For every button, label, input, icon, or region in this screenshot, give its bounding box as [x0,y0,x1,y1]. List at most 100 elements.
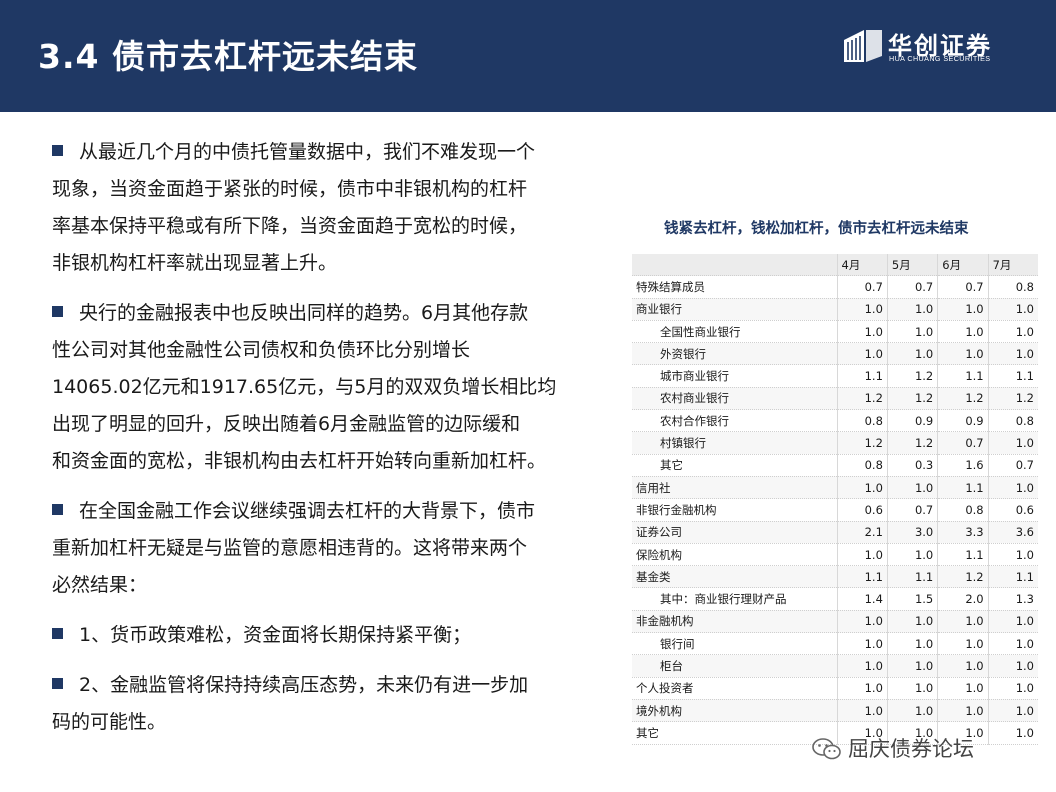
table-row: 信用社 1.0 1.0 1.1 1.0 [632,476,1038,500]
table-cell: 0.7 [937,275,989,299]
slide-title: 3.4 债市去杠杆远未结束 [38,37,418,76]
table-body: 特殊结算成员 0.7 0.7 0.7 0.8 商业银行 1.0 1.0 1.0 1.0 全国性商业银… [632,275,1038,745]
row-label: 村镇银行 [632,431,838,455]
row-label: 证券公司 [632,521,838,544]
table-cell: 0.7 [837,275,888,299]
row-label: 其它 [632,721,838,745]
table-row: 村镇银行 1.2 1.2 0.7 1.0 [632,431,1038,455]
bullet-line: 重新加杠杆无疑是与监管的意愿相违背的。这将带来两个 [52,537,528,559]
bullet-line: 现象，当资金面趋于紧张的时候，债市中非银机构的杠杆 [52,178,528,200]
bullet-line: 必然结果： [52,574,148,596]
table-cell: 2.1 [837,521,888,544]
table-cell: 3.0 [887,521,939,544]
table-cell: 1.0 [937,677,989,700]
bullet-item: 在全国金融工作会议继续强调去杠杆的大背景下，债市重新加杠杆无疑是与监管的意愿相违… [52,493,602,604]
row-label: 柜台 [632,654,838,678]
leverage-table: 4月 5月 6月 7月 特殊结算成员 0.7 0.7 0.7 0.8 商业银行 1.0 1.0… [632,254,1038,745]
table-cell: 1.2 [837,431,888,455]
watermark-text: 屈庆债券论坛 [848,737,974,761]
square-bullet-icon [52,678,63,689]
table-cell: 1.0 [988,342,1038,366]
table-cell: 1.0 [988,721,1038,745]
table-cell: 2.0 [937,587,989,611]
table-row: 个人投资者 1.0 1.0 1.0 1.0 [632,677,1038,700]
table-cell: 1.0 [887,543,939,567]
table-cell: 0.8 [988,409,1038,433]
table-cell: 1.1 [887,565,939,589]
table-cell: 0.8 [837,454,888,477]
logo-mark-icon [844,30,882,62]
table-cell: 1.1 [937,476,989,500]
row-label: 非金融机构 [632,610,838,634]
table-cell: 1.0 [937,610,989,634]
table-row: 城市商业银行 1.1 1.2 1.1 1.1 [632,364,1038,388]
table-cell: 1.0 [937,298,989,321]
table-cell: 1.0 [837,654,888,678]
table-cell: 1.0 [937,342,989,366]
table-cell: 1.0 [887,699,939,723]
row-label: 银行间 [632,632,838,656]
table-cell: 1.0 [837,342,888,366]
table-cell: 1.2 [887,387,939,411]
table-cell: 1.3 [988,587,1038,611]
table-cell: 0.6 [837,498,888,522]
table-cell: 1.0 [988,543,1038,567]
table-row: 非银行金融机构 0.6 0.7 0.8 0.6 [632,498,1038,522]
table-row: 商业银行 1.0 1.0 1.0 1.0 [632,298,1038,321]
table-cell: 0.7 [988,454,1038,477]
table-row: 非金融机构 1.0 1.0 1.0 1.0 [632,610,1038,634]
table-header-row: 4月 5月 6月 7月 [632,254,1038,277]
table-row: 保险机构 1.0 1.0 1.1 1.0 [632,543,1038,567]
row-label: 城市商业银行 [632,364,838,388]
bullet-line: 非银机构杠杆率就出现显著上升。 [52,252,338,274]
table-cell: 1.0 [887,677,939,700]
table-cell: 0.9 [937,409,989,433]
table-cell: 3.6 [988,521,1038,544]
bullet-item: 央行的金融报表中也反映出同样的趋势。6月其他存款 性公司对其他金融性公司债权和负债… [52,295,602,480]
square-bullet-icon [52,306,63,317]
table-cell: 1.0 [887,654,939,678]
bullet-line-text: 在全国金融工作会议继续强调去杠杆的大背景下，债市 [79,500,536,522]
table-cell: 1.1 [937,543,989,567]
row-label: 非银行金融机构 [632,498,838,522]
table-row: 境外机构 1.0 1.0 1.0 1.0 [632,699,1038,723]
table-cell: 1.0 [988,431,1038,455]
row-label: 农村商业银行 [632,387,838,411]
bullet-line-text: 1、货币政策难松，资金面将长期保持紧平衡； [79,624,472,646]
table-header-cell: 6月 [937,254,989,277]
table-cell: 1.0 [837,632,888,656]
bullet-line: 14065.02亿元和1917.65亿元，与5月的双双负增长相比均 [52,376,557,398]
table-cell: 1.0 [937,654,989,678]
table-cell: 1.0 [837,320,888,344]
table-cell: 1.0 [988,320,1038,344]
table-cell: 1.5 [887,587,939,611]
table-cell: 1.2 [937,387,989,411]
bullet-item: 1、货币政策难松，资金面将长期保持紧平衡； [52,617,602,654]
table-cell: 1.0 [988,476,1038,500]
bullet-line: 从最近几个月的中债托管量数据中，我们不难发现一个 [52,134,602,171]
row-label: 特殊结算成员 [632,275,838,299]
table-cell: 0.9 [887,409,939,433]
table-cell: 0.7 [937,431,989,455]
bullet-item: 从最近几个月的中债托管量数据中，我们不难发现一个现象，当资金面趋于紧张的时候，债… [52,134,602,282]
table-cell: 1.0 [988,632,1038,656]
table-row: 柜台 1.0 1.0 1.0 1.0 [632,654,1038,678]
table-row: 证券公司 2.1 3.0 3.3 3.6 [632,521,1038,544]
table-cell: 1.2 [837,387,888,411]
table-cell: 1.0 [837,677,888,700]
table-cell: 1.0 [837,476,888,500]
table-cell: 0.8 [837,409,888,433]
logo-subtitle: HUA CHUANG SECURITIES [889,54,991,63]
table-cell: 1.0 [887,298,939,321]
bullet-item: 2、金融监管将保持持续高压态势，未来仍有进一步加 码的可能性。 [52,667,602,741]
table-cell: 1.0 [837,610,888,634]
row-label: 信用社 [632,476,838,500]
row-label: 境外机构 [632,699,838,723]
table-cell: 1.0 [887,342,939,366]
table-header-blank [632,254,838,277]
table-cell: 1.0 [887,632,939,656]
row-label: 全国性商业银行 [632,320,838,344]
bullet-line: 出现了明显的回升，反映出随着6月金融监管的边际缓和 [52,413,521,435]
bullet-list: 从最近几个月的中债托管量数据中，我们不难发现一个现象，当资金面趋于紧张的时候，债… [52,134,602,754]
table-row: 全国性商业银行 1.0 1.0 1.0 1.0 [632,320,1038,344]
